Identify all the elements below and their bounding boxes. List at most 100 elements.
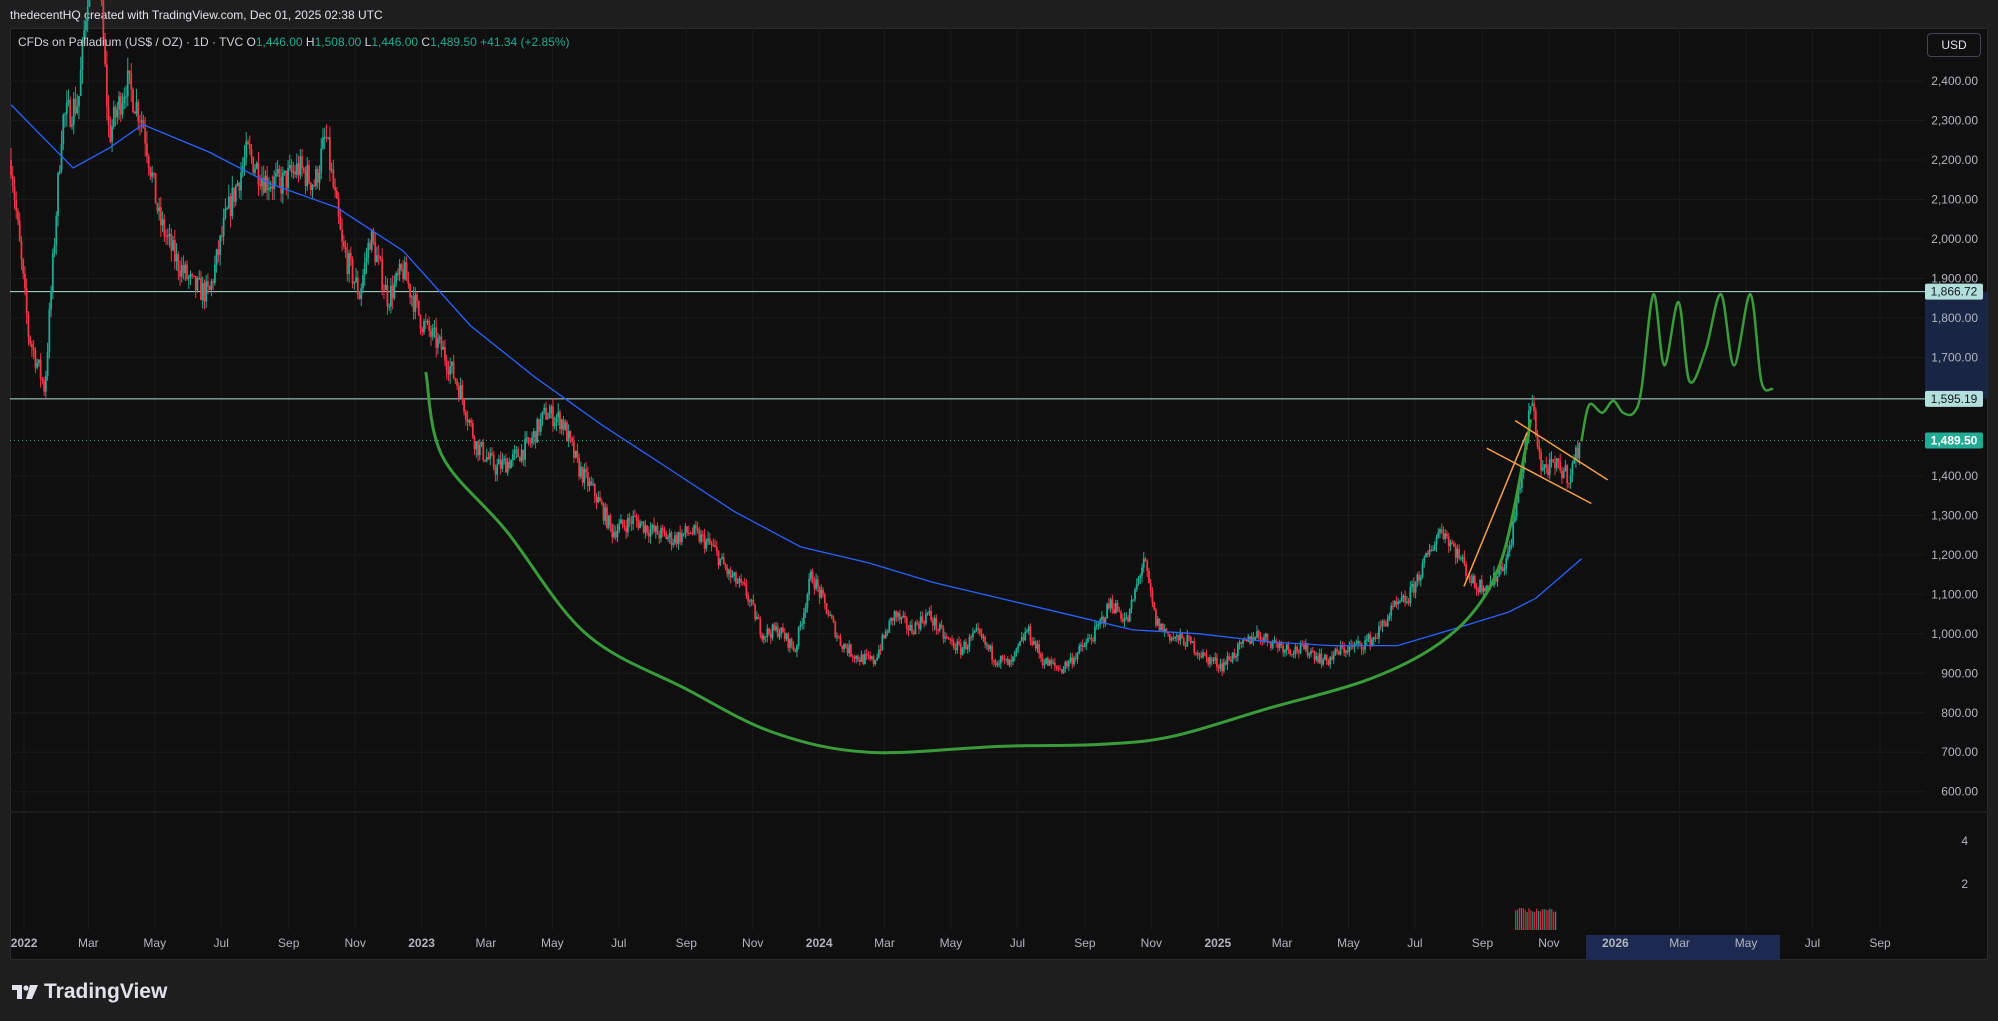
candle-body xyxy=(799,624,802,627)
candle-body xyxy=(121,103,124,115)
candle-body xyxy=(177,254,180,272)
candle-body xyxy=(29,336,32,344)
candle-body xyxy=(329,137,331,171)
candle-body xyxy=(1024,631,1027,641)
candle-body xyxy=(742,582,744,584)
candle-body xyxy=(515,449,518,451)
candle-body xyxy=(985,644,988,646)
candle-body xyxy=(1568,483,1570,485)
candle-body xyxy=(994,661,997,665)
candle-body xyxy=(226,208,228,210)
candle-body xyxy=(1203,652,1206,655)
candle-body xyxy=(1282,645,1285,653)
candle-body xyxy=(1324,654,1326,660)
candle-body xyxy=(658,534,661,539)
candle-body xyxy=(623,525,626,528)
candle-body xyxy=(566,422,568,442)
candle-body xyxy=(1080,644,1082,646)
x-tick-label: Sep xyxy=(1074,936,1096,950)
candle-body xyxy=(1273,640,1276,642)
candle-body xyxy=(724,564,727,569)
candle-body xyxy=(567,430,570,442)
price-chart[interactable]: 2,400.00 2,300.00 2,200.00 2,100.00 2,000.00… xyxy=(0,0,1998,960)
candle-body xyxy=(1334,648,1337,655)
candle-body xyxy=(675,535,678,544)
candle-body xyxy=(614,531,617,538)
candle-body xyxy=(829,615,831,617)
y-tick-label: 700.00 xyxy=(1941,745,1978,759)
candle-body xyxy=(1149,583,1152,591)
candle-body xyxy=(1059,669,1061,671)
candle-body xyxy=(320,148,323,173)
candle-body xyxy=(1224,662,1227,665)
candle-body xyxy=(213,264,216,283)
candle-body xyxy=(132,89,134,112)
candle-body xyxy=(886,631,889,633)
candle-body xyxy=(572,442,575,458)
candle-body xyxy=(864,654,866,664)
x-tick-label: May xyxy=(143,936,166,950)
candle-body xyxy=(1222,662,1225,672)
tradingview-logo-icon xyxy=(12,985,38,999)
candle-body xyxy=(1385,623,1387,626)
candle-body xyxy=(1266,633,1269,642)
candle-body xyxy=(339,216,342,230)
candle-body xyxy=(564,422,567,430)
candle-body xyxy=(498,459,500,465)
candle-body xyxy=(1463,557,1466,565)
candle-body xyxy=(424,321,427,323)
candle-body xyxy=(363,262,366,276)
symbol-legend: CFDs on Palladium (US$ / OZ) · 1D · TVC … xyxy=(18,35,570,49)
candle-body xyxy=(630,521,633,524)
candle-body xyxy=(1175,635,1178,637)
high-label: H xyxy=(305,35,315,49)
candle-body xyxy=(172,240,174,251)
candle-body xyxy=(607,515,610,529)
candle-body xyxy=(905,617,908,629)
candle-body xyxy=(775,626,777,630)
candle-body xyxy=(909,624,912,631)
candle-body xyxy=(409,283,411,298)
candle-body xyxy=(1038,644,1041,654)
candle-body xyxy=(297,163,300,176)
candle-body xyxy=(212,281,215,283)
volume-bar xyxy=(1553,911,1555,930)
candle-body xyxy=(309,182,312,190)
candle-body xyxy=(640,521,643,523)
candle-body xyxy=(1418,574,1420,581)
candle-body xyxy=(1062,668,1065,673)
candle-body xyxy=(1257,631,1260,636)
tradingview-logo[interactable]: TradingView xyxy=(12,980,167,1004)
candle-body xyxy=(839,637,842,646)
candle-body xyxy=(473,437,476,450)
candle-body xyxy=(991,645,994,660)
candle-body xyxy=(116,109,119,118)
candle-body xyxy=(748,600,751,602)
candle-body xyxy=(1111,599,1114,609)
candle-body xyxy=(1170,637,1173,641)
candle-body xyxy=(187,277,190,279)
candle-body xyxy=(327,137,330,139)
candle-body xyxy=(1027,626,1030,632)
candle-body xyxy=(1433,544,1436,551)
candle-body xyxy=(1402,595,1405,598)
candle-body xyxy=(867,654,870,656)
candle-body xyxy=(67,99,70,103)
candle-body xyxy=(1073,657,1075,665)
candle-body xyxy=(728,569,730,575)
candle-body xyxy=(778,634,781,637)
candle-body xyxy=(904,615,906,618)
candle-body xyxy=(71,124,73,127)
candle-body xyxy=(541,411,544,419)
candle-body xyxy=(484,459,486,462)
candle-body xyxy=(536,419,539,443)
candle-body xyxy=(1205,654,1208,658)
candle-body xyxy=(254,168,256,173)
candle-body xyxy=(945,636,948,638)
candle-body xyxy=(342,241,345,247)
currency-button[interactable]: USD xyxy=(1927,33,1981,57)
candle-body xyxy=(1210,657,1213,662)
candle-body xyxy=(348,253,350,274)
candle-body xyxy=(1064,661,1067,669)
price-tag-label: 1,595.19 xyxy=(1931,392,1978,406)
